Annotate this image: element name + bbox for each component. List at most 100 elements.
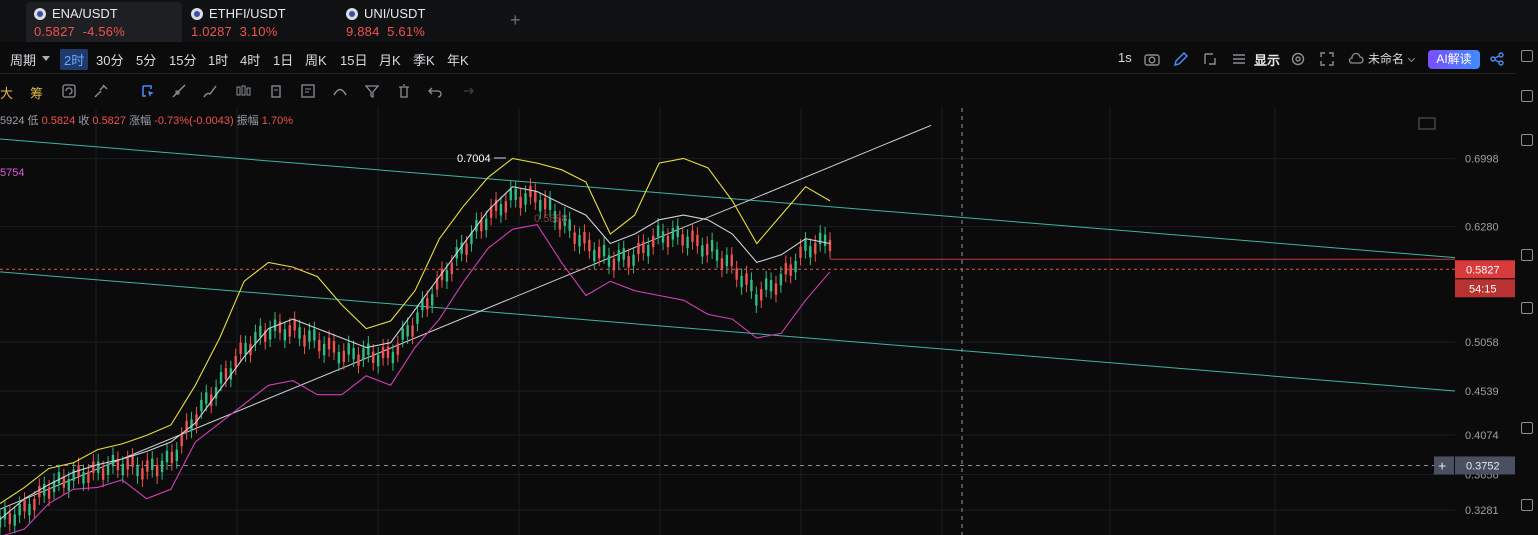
candle-body: [401, 328, 404, 340]
redo-icon[interactable]: [458, 82, 476, 100]
share-icon[interactable]: [1488, 50, 1506, 68]
layout-name[interactable]: 未命名: [1368, 50, 1404, 67]
brush-icon[interactable]: [201, 82, 219, 100]
candle-body: [548, 198, 552, 210]
price-chart[interactable]: 0.69980.62800.50580.45390.40740.36560.32…: [0, 108, 1516, 535]
candle-body: [794, 261, 797, 273]
indicator-value: 5754: [0, 167, 25, 179]
settings-icon[interactable]: [1521, 422, 1533, 434]
candle-body: [607, 255, 611, 267]
magnet-icon[interactable]: [92, 82, 110, 100]
y-tick-label: 0.5058: [1465, 337, 1499, 349]
candle-body: [588, 239, 591, 252]
trades-icon[interactable]: [1521, 249, 1533, 261]
period-5m[interactable]: 5分: [136, 50, 156, 69]
candlestick-icon[interactable]: [234, 82, 252, 100]
period-year[interactable]: 年K: [447, 50, 469, 69]
period-1mo[interactable]: 月K: [379, 50, 401, 69]
candle-body: [809, 246, 812, 258]
candle-body: [3, 508, 7, 520]
period-15m[interactable]: 15分: [169, 50, 196, 69]
candle-body: [666, 235, 670, 248]
cloud-icon[interactable]: [1347, 50, 1365, 68]
candle-body: [602, 244, 606, 257]
refresh-icon[interactable]: [60, 82, 78, 100]
expand-icon[interactable]: [1521, 499, 1533, 511]
candle-body: [568, 219, 571, 231]
trendline: [0, 138, 1456, 259]
expand-select-icon[interactable]: [1201, 50, 1219, 68]
big-order-toggle[interactable]: 大: [0, 83, 13, 102]
candle-body: [337, 352, 341, 364]
cursor-select-icon[interactable]: [139, 82, 157, 100]
period-1w[interactable]: 周K: [305, 50, 327, 69]
candle-body: [165, 450, 169, 463]
period-4h[interactable]: 4时: [240, 50, 260, 69]
candle-body: [573, 232, 576, 244]
tab-ethfi-usdt[interactable]: ETHFI/USDT 1.0287 3.10%: [183, 2, 333, 42]
period-1d[interactable]: 1日: [273, 50, 293, 69]
gear-icon[interactable]: [1289, 50, 1307, 68]
countdown-label: 54:15: [1469, 283, 1497, 295]
pattern-icon[interactable]: [331, 82, 349, 100]
candle-body: [823, 234, 827, 246]
amp-label: 振幅: [236, 115, 259, 127]
candle-body: [416, 312, 419, 324]
trash-icon[interactable]: [395, 82, 413, 100]
info-icon[interactable]: [1521, 302, 1533, 314]
candle-body: [656, 225, 660, 237]
candle-body: [234, 356, 237, 368]
filter-icon[interactable]: [363, 82, 381, 100]
panel-icon[interactable]: [1521, 50, 1533, 62]
candle-body: [612, 258, 616, 271]
current-price-label: 0.5827: [1466, 264, 1500, 276]
orderbook-icon[interactable]: [1521, 134, 1533, 146]
candle-body: [43, 484, 46, 496]
period-1h[interactable]: 1时: [208, 50, 228, 69]
undo-icon[interactable]: [426, 82, 444, 100]
chips-toggle[interactable]: 筹: [30, 83, 43, 102]
add-tab-button[interactable]: +: [510, 10, 521, 31]
camera-icon[interactable]: [1143, 50, 1161, 68]
ena-coin-icon: [34, 7, 46, 20]
tab-symbol: ENA/USDT: [52, 6, 118, 21]
candle-body: [779, 273, 783, 286]
candle-body: [28, 503, 31, 516]
tab-symbol: ETHFI/USDT: [209, 6, 286, 21]
fullscreen-icon[interactable]: [1318, 50, 1336, 68]
indicator-line: [0, 157, 831, 504]
candle-body: [686, 236, 689, 248]
line-tool-icon[interactable]: [170, 82, 188, 100]
change-label: 涨幅: [129, 115, 152, 127]
candle-body: [720, 258, 724, 270]
candle-body: [18, 504, 21, 516]
candle-body: [151, 458, 154, 470]
menu-icon[interactable]: [1230, 50, 1248, 68]
refresh-interval[interactable]: 1s: [1118, 50, 1132, 65]
candle-body: [671, 228, 675, 240]
pencil-icon[interactable]: [1172, 50, 1190, 68]
period-label[interactable]: 周期: [10, 50, 36, 69]
period-quarter[interactable]: 季K: [413, 50, 435, 69]
list-icon[interactable]: [1521, 90, 1533, 102]
tab-ena-usdt[interactable]: ENA/USDT 0.5827 -4.56%: [26, 2, 182, 42]
ai-interpret-button[interactable]: AI解读: [1428, 50, 1480, 69]
candle-body: [8, 512, 12, 525]
candle-body: [637, 242, 640, 255]
note-icon[interactable]: [299, 82, 317, 100]
tab-price: 0.5827: [34, 24, 75, 39]
period-30m[interactable]: 30分: [96, 50, 123, 69]
tab-uni-usdt[interactable]: UNI/USDT 9.884 5.61%: [338, 2, 488, 42]
expand-chart-icon: [1418, 117, 1436, 130]
candle-body: [82, 472, 85, 484]
candle-body: [465, 243, 468, 255]
candle-body: [313, 329, 316, 341]
display-button[interactable]: 显示: [1254, 50, 1280, 69]
period-15d[interactable]: 15日: [340, 50, 367, 69]
candle-body: [224, 368, 228, 380]
measure-icon[interactable]: [267, 82, 285, 100]
candle-body: [180, 434, 183, 447]
period-2h[interactable]: 2时: [60, 49, 89, 70]
chevron-down-icon: [42, 56, 50, 61]
plus-icon: +: [1438, 457, 1446, 473]
